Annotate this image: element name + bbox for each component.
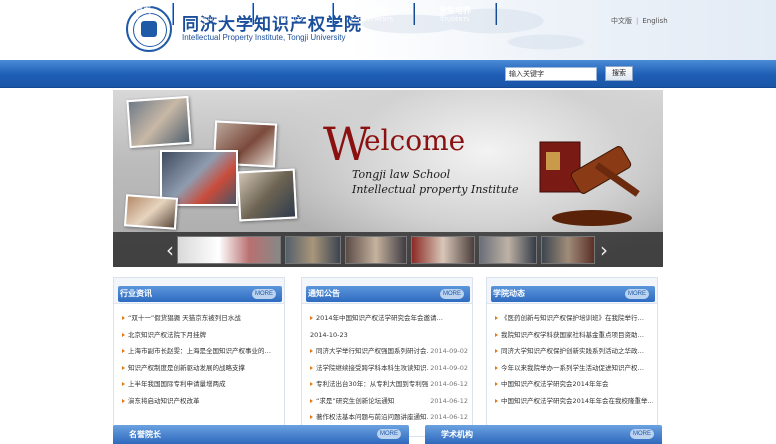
nav-label-cn: 学院简介 — [196, 6, 228, 15]
list-item-text: “求是”研究生创新论坛通知 — [316, 396, 395, 405]
nav-divider — [495, 3, 496, 25]
prev-slide-arrow[interactable]: ‹ — [166, 236, 174, 264]
list-item[interactable]: “求是”研究生创新论坛通知 2014-06-12 — [310, 392, 468, 409]
list-item[interactable]: 今年以来我院举办一系列学生活动促进知识产权… — [495, 360, 653, 377]
more-button[interactable]: MORE — [440, 289, 464, 299]
nav-label-en: FACULTY — [280, 17, 304, 23]
panel-title: 学院动态 — [493, 289, 525, 298]
nav-item-faculty[interactable]: 师资队伍 FACULTY — [252, 0, 332, 28]
list-item-text: 著作权法基本问题与前沿问题讲座通知… — [316, 413, 433, 421]
nav-label-en: ACHIEVEMENTS — [350, 17, 394, 23]
list-item-date: 2014-06-12 — [428, 409, 468, 426]
notice-list: 2014年中国知识产权法学研究会年会邀请… 2014-10-23 同济大学举行知… — [310, 310, 468, 426]
nav-label-cn: 学生培养 — [439, 6, 471, 15]
list-item-date: 2014-09-02 — [428, 359, 468, 376]
nav-label-cn: 学术成果 — [356, 6, 388, 15]
list-item[interactable]: 《医药创新与知识产权保护培训班》在我院举行… — [495, 310, 653, 327]
list-item-text: 同济大学举行知识产权强国系列研讨会… — [316, 347, 433, 355]
news-list: “双十一”假货猖獗 天猫京东被列日水战 北京知识产权法院下月挂牌 上海市副市长赵… — [122, 310, 280, 409]
list-item-text: 专利法出台30年：从专利大国到专利强… — [316, 380, 435, 388]
language-switch: 中文版 | English — [611, 16, 668, 26]
slide-thumbnail[interactable] — [411, 236, 475, 264]
list-item[interactable]: 上半年我国国际专利申请量增两成 — [122, 376, 280, 393]
list-item[interactable]: 同济大学举行知识产权强国系列研讨会… 2014-09-02 — [310, 343, 468, 360]
list-item[interactable]: 著作权法基本问题与前沿问题讲座通知… 2014-06-12 — [310, 409, 468, 426]
search-input[interactable] — [505, 67, 597, 81]
list-item[interactable]: 我院知识产权学科获国家社科基金重点项目资助… — [495, 327, 653, 344]
list-item-date: 2014-10-23 — [310, 330, 348, 339]
slide-thumbnail[interactable] — [285, 236, 341, 264]
banner-photo — [123, 194, 179, 230]
site-subtitle: Intellectual Property Institute, Tongji … — [182, 33, 346, 42]
welcome-heading: elcome — [364, 124, 466, 157]
slide-thumbnail[interactable] — [541, 236, 595, 264]
slide-thumbnail[interactable] — [479, 236, 537, 264]
nav-label-cn: 首页 — [135, 6, 151, 15]
slide-thumbnail[interactable] — [345, 236, 407, 264]
lang-chinese-link[interactable]: 中文版 — [611, 17, 632, 25]
nav-label-en: HOME — [134, 17, 152, 23]
welcome-subline-2: Intellectual property Institute — [352, 183, 519, 196]
section-title: 名誉院长 — [129, 430, 161, 439]
welcome-subline-1: Tongji law School — [352, 168, 451, 181]
slide-thumbnail[interactable] — [177, 236, 281, 264]
more-button[interactable]: MORE — [252, 289, 276, 299]
more-button[interactable]: MORE — [630, 429, 654, 439]
list-item[interactable]: 中国知识产权法学研究会2014年年会 — [495, 376, 653, 393]
panel-notices: 通知公告 MORE 2014年中国知识产权法学研究会年会邀请… 2014-10-… — [301, 277, 473, 437]
more-button[interactable]: MORE — [625, 289, 649, 299]
list-item[interactable]: “双十一”假货猖獗 天猫京东被列日水战 — [122, 310, 280, 327]
list-item-text: 法学院继续接受跨学科本科生攻读知识… — [316, 363, 433, 372]
list-item[interactable]: 法学院继续接受跨学科本科生攻读知识… 2014-09-02 — [310, 359, 468, 376]
list-item-date: 2014-06-12 — [428, 376, 468, 393]
gavel-icon — [539, 141, 640, 226]
main-nav — [0, 60, 776, 88]
nav-item-students[interactable]: 学生培养 STUDENTS — [415, 0, 495, 28]
banner-photo — [236, 168, 298, 222]
list-item[interactable]: 知识产权制度是创新驱动发展的战略支撑 — [122, 360, 280, 377]
list-item[interactable]: 演东将启动知识产权改革 — [122, 393, 280, 410]
panel-industry-news: 行业资讯 MORE “双十一”假货猖獗 天猫京东被列日水战 北京知识产权法院下月… — [113, 277, 285, 437]
panel-title: 行业资讯 — [120, 289, 152, 298]
list-item[interactable]: 专利法出台30年：从专利大国到专利强… 2014-06-12 — [310, 376, 468, 393]
list-item-date: 2014-06-12 — [428, 392, 468, 409]
nav-item-about[interactable]: 学院简介 ABOUT US — [172, 0, 252, 28]
lang-separator: | — [636, 17, 639, 25]
lang-english-link[interactable]: English — [642, 17, 667, 25]
scales-emblem — [546, 152, 560, 170]
search-button[interactable]: 搜索 — [605, 66, 633, 81]
nav-item-achievements[interactable]: 学术成果 ACHIEVEMENTS — [332, 0, 412, 28]
nav-label-en: ABOUT US — [197, 17, 227, 23]
list-item[interactable]: 中国知识产权法学研究会2014年年会在我校隆重举… — [495, 393, 653, 410]
gavel-block — [552, 210, 632, 226]
next-slide-arrow[interactable]: › — [600, 236, 608, 264]
honorary-dean-bar: 名誉院长 MORE — [113, 425, 409, 444]
list-item[interactable]: 2014年中国知识产权法学研究会年会邀请… — [310, 310, 468, 327]
nav-label-cn: 师资队伍 — [276, 6, 308, 15]
list-item[interactable]: 上海市副市长赵雯：上海是全国知识产权事业的… — [122, 343, 280, 360]
nav-label-en: STUDENTS — [440, 17, 470, 23]
more-button[interactable]: MORE — [377, 429, 401, 439]
panel-college-news: 学院动态 MORE 《医药创新与知识产权保护培训班》在我院举行… 我院知识产权学… — [486, 277, 658, 437]
nav-item-home[interactable]: 首页 HOME — [103, 0, 183, 28]
list-item[interactable]: 同济大学知识产权保护创新实践系列活动之华政… — [495, 343, 653, 360]
college-news-list: 《医药创新与知识产权保护培训班》在我院举行… 我院知识产权学科获国家社科基金重点… — [495, 310, 653, 409]
banner-photo — [126, 95, 192, 149]
panel-title: 通知公告 — [308, 289, 340, 298]
list-item[interactable]: 北京知识产权法院下月挂牌 — [122, 327, 280, 344]
nav-divider — [413, 3, 414, 25]
section-title: 学术机构 — [441, 430, 473, 439]
academic-institutions-bar: 学术机构 MORE — [425, 425, 662, 444]
list-item-date: 2014-09-02 — [428, 343, 468, 360]
